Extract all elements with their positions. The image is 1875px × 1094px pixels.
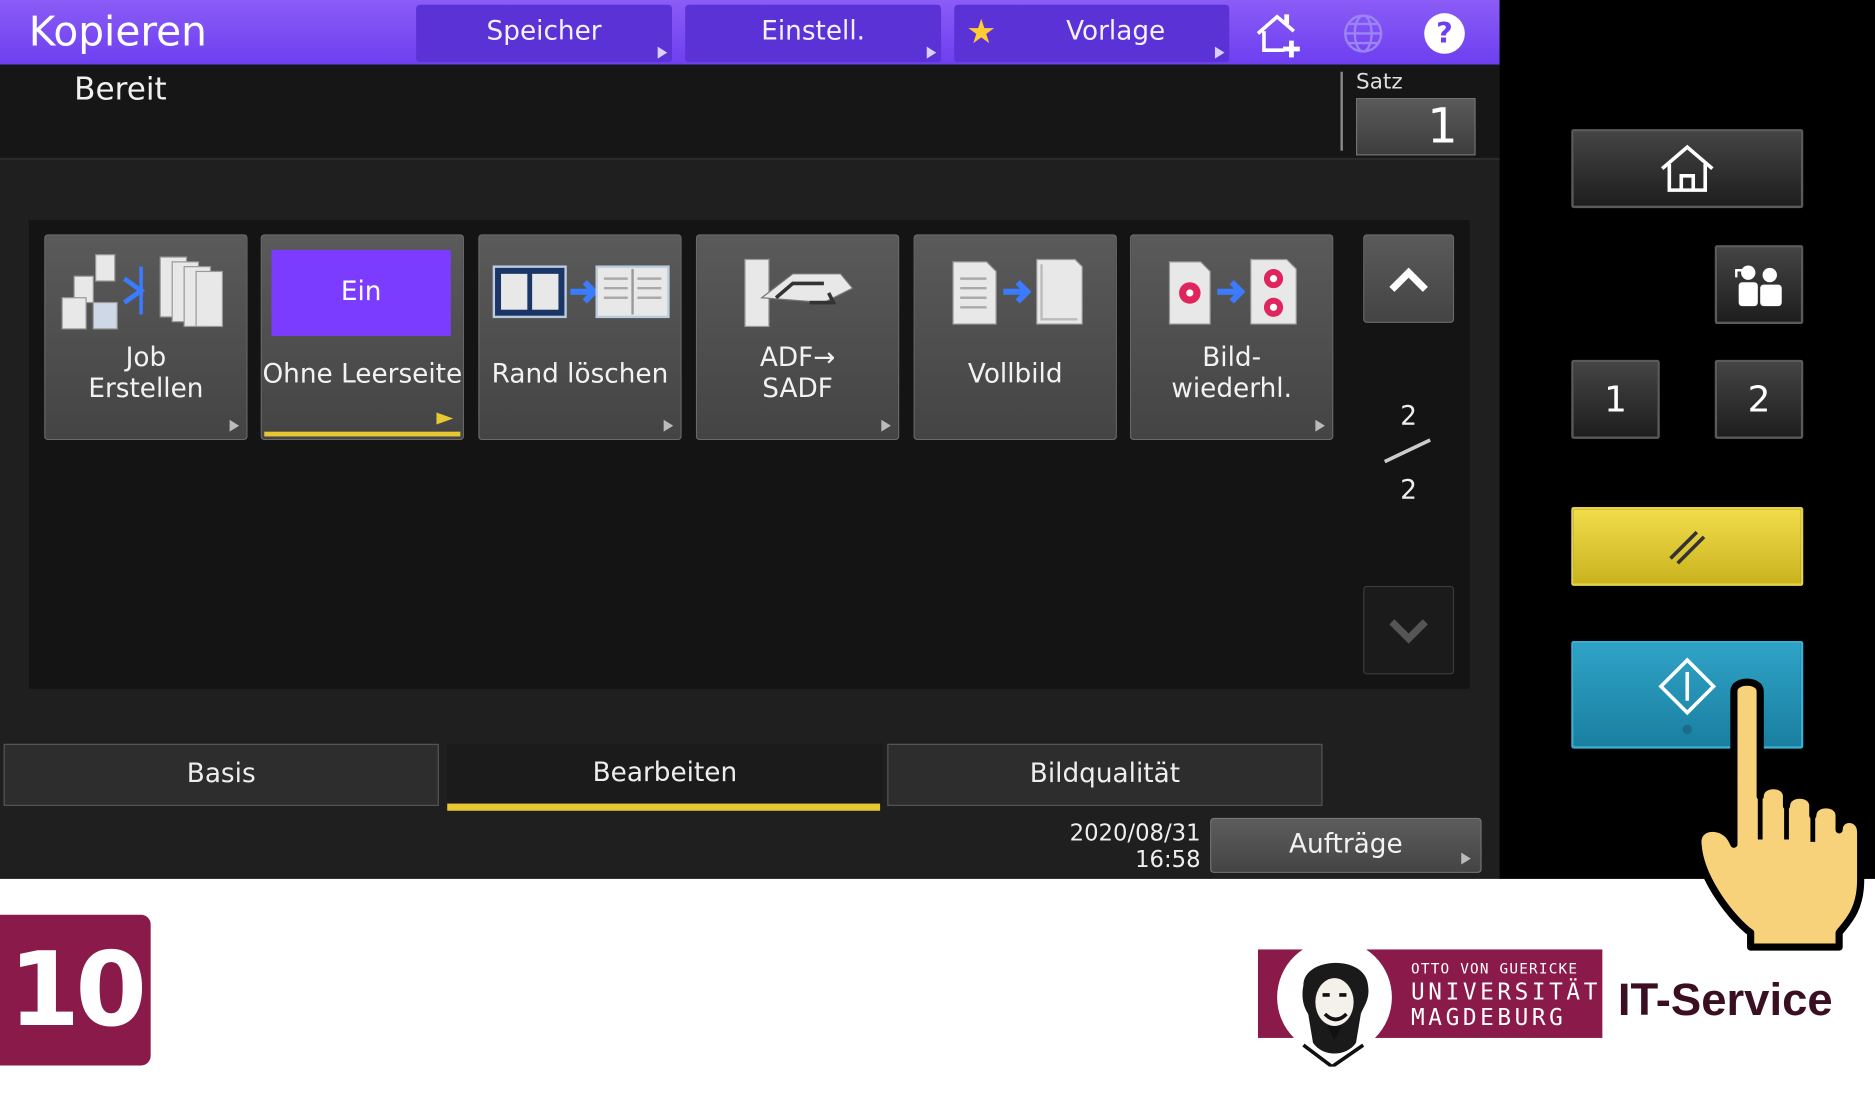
edge-erase-icon: [492, 265, 670, 319]
hardware-key-1[interactable]: 1: [1571, 359, 1660, 439]
bild-wiederholung-tile[interactable]: Bild- wiederhl.: [1130, 234, 1334, 441]
logo-line2: UNIVERSITÄT: [1411, 979, 1601, 1006]
tile-label-line1: ADF→: [759, 343, 836, 374]
job-erstellen-tile[interactable]: Job Erstellen: [44, 234, 248, 441]
hardware-user-button[interactable]: [1714, 245, 1804, 325]
vollbild-tile[interactable]: Vollbild: [913, 234, 1117, 441]
scaled-canvas: Kopieren Speicher Einstell. ★ Vorlage ? …: [0, 0, 1875, 1091]
submenu-arrow-icon: [1214, 46, 1225, 59]
hardware-home-button[interactable]: [1571, 129, 1804, 209]
tile-label-line2: Erstellen: [88, 374, 204, 405]
rand-loeschen-tile[interactable]: Rand löschen: [478, 234, 682, 441]
full-image-icon: [952, 258, 1083, 325]
date: 2020/08/31: [1069, 820, 1201, 847]
step-number: 10: [0, 914, 151, 1066]
datetime: 2020/08/31 16:58: [1040, 820, 1201, 873]
active-underline: [264, 431, 461, 437]
tile-label: Vollbild: [967, 359, 1063, 390]
tab-bearbeiten[interactable]: Bearbeiten: [447, 743, 883, 806]
copies-field[interactable]: 1: [1356, 98, 1476, 156]
time: 16:58: [1135, 846, 1201, 873]
top-bar: Kopieren Speicher Einstell. ★ Vorlage ?: [0, 0, 1500, 65]
tab-basis[interactable]: Basis: [3, 743, 439, 806]
submenu-arrow-icon: [926, 46, 937, 59]
page-current: 2: [1400, 401, 1418, 432]
globe-icon[interactable]: [1337, 7, 1390, 60]
page-slash: [1383, 438, 1431, 464]
hardware-key-2[interactable]: 2: [1714, 359, 1804, 439]
tile-label: ADF→ SADF: [697, 343, 898, 405]
submenu-arrow-icon: [657, 46, 668, 59]
chevron-up-icon: [1389, 267, 1428, 292]
submenu-arrow-icon: [229, 419, 240, 432]
reset-icon: [1669, 530, 1706, 565]
pointing-hand-icon: [1694, 678, 1865, 951]
logo-line3: MAGDEBURG: [1411, 1004, 1567, 1031]
state-indicator: Ein: [271, 249, 451, 337]
speicher-button[interactable]: Speicher: [416, 4, 673, 63]
hardware-reset-button[interactable]: [1571, 507, 1804, 586]
job-build-icon: [61, 254, 224, 330]
submenu-arrow-icon: [1315, 419, 1325, 432]
submenu-arrow-icon: [881, 419, 891, 432]
copier-touchscreen: Kopieren Speicher Einstell. ★ Vorlage ? …: [0, 0, 1500, 879]
vorlage-label: Vorlage: [1066, 16, 1166, 47]
tab-bildqualitaet[interactable]: Bildqualität: [887, 743, 1323, 806]
einstell-label: Einstell.: [761, 16, 866, 47]
vorlage-button[interactable]: ★ Vorlage: [954, 4, 1230, 63]
jobs-button[interactable]: Aufträge: [1210, 817, 1482, 873]
tile-label-line1: Job: [125, 343, 167, 374]
logo-text: OTTO VON GUERICKE UNIVERSITÄT MAGDEBURG: [1411, 957, 1601, 1031]
page-total: 2: [1400, 475, 1418, 506]
speicher-label: Speicher: [486, 16, 602, 47]
page-down-button[interactable]: [1363, 585, 1455, 675]
tile-label-line1: Bild-: [1202, 343, 1262, 374]
image-repeat-icon: [1168, 258, 1297, 325]
status-row: Bereit Satz 1: [0, 64, 1500, 161]
einstell-button[interactable]: Einstell.: [685, 4, 942, 63]
active-arrow-icon: [436, 412, 454, 425]
home-icon: [1660, 144, 1714, 192]
logo-line1: OTTO VON GUERICKE: [1411, 960, 1579, 977]
user-key-icon: [1735, 265, 1782, 307]
tile-label: Job Erstellen: [45, 343, 246, 405]
active-tab-indicator: [447, 803, 881, 811]
portrait-logo-icon: [1277, 942, 1392, 1067]
help-icon[interactable]: ?: [1418, 7, 1471, 60]
home-add-icon[interactable]: [1253, 7, 1306, 60]
adf-feeder-icon: [744, 258, 854, 328]
app-title: Kopieren: [28, 8, 207, 57]
page-up-button[interactable]: [1363, 234, 1455, 323]
tile-label-line2: SADF: [762, 374, 833, 405]
jobs-label: Aufträge: [1289, 829, 1403, 860]
adf-sadf-tile[interactable]: ADF→ SADF: [695, 234, 900, 441]
it-service-label: IT-Service: [1617, 975, 1833, 1026]
tile-label: Bild- wiederhl.: [1131, 343, 1332, 405]
status-text: Bereit: [74, 71, 167, 108]
tutorial-slide: Kopieren Speicher Einstell. ★ Vorlage ? …: [0, 0, 1875, 1094]
star-icon: ★: [966, 11, 997, 52]
svg-text:?: ?: [1436, 16, 1453, 50]
tile-label-line2: wiederhl.: [1171, 374, 1292, 405]
ohne-leerseite-tile[interactable]: Ein Ohne Leerseite: [260, 234, 464, 441]
page-indicator: 2 2: [1375, 399, 1442, 507]
tile-label: Ohne Leerseite: [262, 359, 463, 390]
tile-label: Rand löschen: [491, 359, 669, 390]
submenu-arrow-icon: [1461, 852, 1471, 865]
chevron-down-icon: [1389, 619, 1428, 644]
submenu-arrow-icon: [663, 419, 674, 432]
divider: [1340, 71, 1343, 151]
copies-label: Satz: [1356, 69, 1403, 95]
